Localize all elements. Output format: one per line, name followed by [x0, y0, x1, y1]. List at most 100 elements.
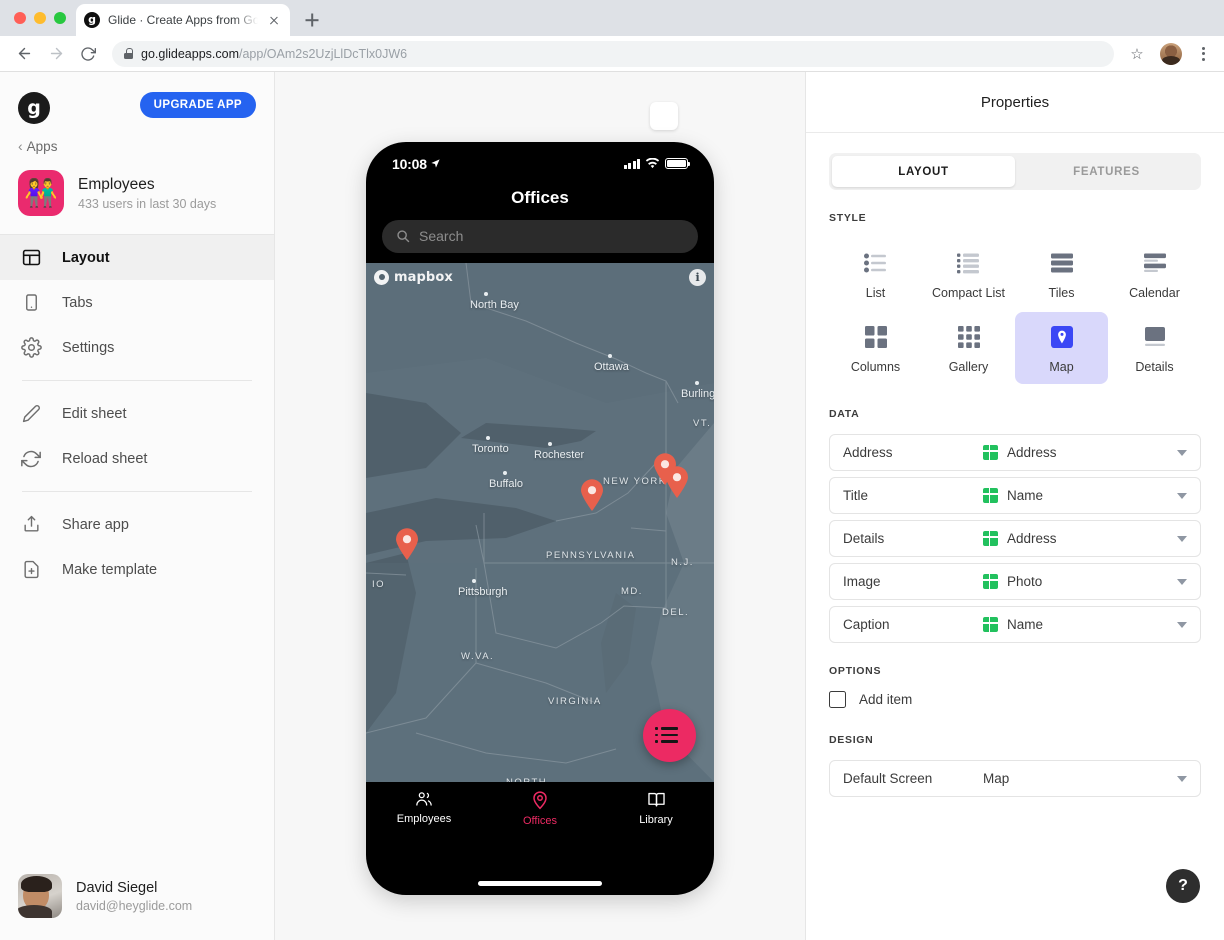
- map-canvas: [366, 262, 714, 782]
- apple-icon[interactable]: [650, 102, 678, 130]
- phone-search-input[interactable]: Search: [382, 219, 698, 253]
- help-button[interactable]: ?: [1166, 869, 1200, 903]
- chevron-down-icon: [1177, 621, 1187, 628]
- tab-label: Employees: [396, 812, 452, 825]
- chevron-left-icon: ‹: [18, 138, 23, 154]
- mapbox-label: mapbox: [394, 269, 453, 285]
- style-option-list[interactable]: List: [829, 238, 922, 310]
- map-icon: [1047, 324, 1077, 350]
- sidebar-item-label: Make template: [62, 561, 158, 578]
- sidebar-item-layout[interactable]: Layout: [0, 235, 274, 280]
- back-to-apps-link[interactable]: ‹ Apps: [0, 124, 274, 160]
- chevron-down-icon: [1177, 449, 1187, 456]
- sidebar-header: g UPGRADE APP: [0, 72, 274, 124]
- style-label: Calendar: [1129, 286, 1180, 300]
- map-pin[interactable]: [580, 478, 604, 511]
- map-label: PENNSYLVANIA: [546, 549, 636, 561]
- style-option-columns[interactable]: Columns: [829, 312, 922, 384]
- data-row-key: Address: [843, 445, 893, 460]
- data-row[interactable]: Title Name: [829, 477, 1201, 514]
- style-option-details[interactable]: Details: [1108, 312, 1201, 384]
- add-item-checkbox[interactable]: [829, 691, 846, 708]
- refresh-icon: [18, 449, 44, 469]
- google-sheet-icon: [983, 488, 998, 503]
- tab-label: Offices: [522, 814, 558, 827]
- option-add-item[interactable]: Add item: [829, 691, 1201, 708]
- style-label: Columns: [850, 360, 901, 374]
- map-city-dot: [486, 435, 490, 440]
- kebab-menu-icon[interactable]: [1192, 46, 1214, 61]
- map-label: North Bay: [470, 298, 519, 311]
- close-window-button[interactable]: [14, 12, 26, 24]
- sidebar-item-edit-sheet[interactable]: Edit sheet: [0, 391, 274, 436]
- data-row-column-name: Address: [1007, 531, 1057, 546]
- list-menu-fab-button[interactable]: [643, 708, 696, 762]
- maximize-window-button[interactable]: [54, 12, 66, 24]
- properties-body: LAYOUT FEATURES STYLE List Compact List …: [806, 133, 1224, 940]
- data-row[interactable]: Details Address: [829, 520, 1201, 557]
- minimize-window-button[interactable]: [34, 12, 46, 24]
- data-row-column-name: Address: [1007, 445, 1057, 460]
- map-label: VT.: [693, 417, 712, 429]
- style-option-gallery[interactable]: Gallery: [922, 312, 1015, 384]
- map-city-dot: [608, 353, 612, 358]
- map-label: DEL.: [662, 606, 690, 618]
- map-city-dot: [484, 291, 488, 296]
- data-row-key: Title: [843, 488, 869, 503]
- sidebar-item-make-template[interactable]: Make template: [0, 547, 274, 592]
- compact-list-icon: [954, 250, 984, 276]
- properties-title: Properties: [806, 72, 1224, 133]
- map-city-dot: [503, 470, 507, 475]
- style-section-label: STYLE: [829, 212, 867, 224]
- tab-library[interactable]: Library: [616, 790, 696, 826]
- design-row-default-screen[interactable]: Default Screen Map: [829, 760, 1201, 797]
- sidebar-item-settings[interactable]: Settings: [0, 325, 274, 370]
- mapbox-mark: [374, 269, 389, 285]
- tiles-icon: [1047, 250, 1077, 276]
- chevron-down-icon: [1177, 578, 1187, 585]
- data-row-column-name: Photo: [1007, 574, 1043, 589]
- star-icon[interactable]: ☆: [1124, 45, 1150, 63]
- map-view[interactable]: mapbox i North Bay Ottawa Burlington VT. Tor…: [366, 262, 714, 782]
- info-icon[interactable]: i: [689, 268, 706, 286]
- sidebar-item-reload-sheet[interactable]: Reload sheet: [0, 436, 274, 481]
- style-option-compact-list[interactable]: Compact List: [922, 238, 1015, 310]
- glide-logo-icon[interactable]: g: [18, 92, 50, 124]
- address-bar[interactable]: go.glideapps.com/app/OAm2s2UzjLlDcTlx0JW…: [112, 40, 1114, 67]
- browser-toolbar: go.glideapps.com/app/OAm2s2UzjLlDcTlx0JW…: [0, 36, 1224, 72]
- calendar-icon: [1140, 250, 1170, 276]
- map-pin[interactable]: [665, 465, 689, 498]
- data-row[interactable]: Address Address: [829, 434, 1201, 471]
- back-icon[interactable]: [10, 40, 38, 68]
- data-row[interactable]: Caption Name: [829, 606, 1201, 643]
- app-usage-stat: 433 users in last 30 days: [78, 196, 217, 211]
- sidebar-item-label: Layout: [62, 249, 110, 266]
- close-tab-icon[interactable]: [266, 12, 282, 28]
- gear-icon: [18, 337, 44, 358]
- reload-icon[interactable]: [74, 40, 102, 68]
- people-icon: [416, 791, 432, 806]
- map-pin[interactable]: [395, 527, 419, 560]
- upgrade-app-button[interactable]: UPGRADE APP: [139, 92, 256, 118]
- style-option-map[interactable]: Map: [1015, 312, 1108, 384]
- style-option-tiles[interactable]: Tiles: [1015, 238, 1108, 310]
- new-tab-button[interactable]: [298, 6, 326, 34]
- sidebar-item-tabs[interactable]: Tabs: [0, 280, 274, 325]
- app-summary-card[interactable]: 👫 Employees 433 users in last 30 days: [0, 160, 274, 234]
- signal-icon: [623, 158, 640, 169]
- forward-icon[interactable]: [42, 40, 70, 68]
- tab-layout[interactable]: LAYOUT: [832, 156, 1015, 187]
- user-avatar: [18, 874, 62, 918]
- profile-avatar[interactable]: [1160, 42, 1182, 65]
- properties-panel: Properties LAYOUT FEATURES STYLE List Co…: [806, 72, 1224, 940]
- location-arrow-icon: [431, 159, 440, 168]
- style-option-calendar[interactable]: Calendar: [1108, 238, 1201, 310]
- browser-tab[interactable]: g Glide · Create Apps from Goog: [76, 4, 290, 36]
- sidebar-item-share-app[interactable]: Share app: [0, 502, 274, 547]
- tab-features[interactable]: FEATURES: [1015, 156, 1198, 187]
- tab-employees[interactable]: Employees: [384, 790, 464, 825]
- tab-offices[interactable]: Offices: [500, 790, 580, 827]
- data-row[interactable]: Image Photo: [829, 563, 1201, 600]
- account-row[interactable]: David Siegel david@heyglide.com: [0, 858, 274, 940]
- google-sheet-icon: [983, 574, 998, 589]
